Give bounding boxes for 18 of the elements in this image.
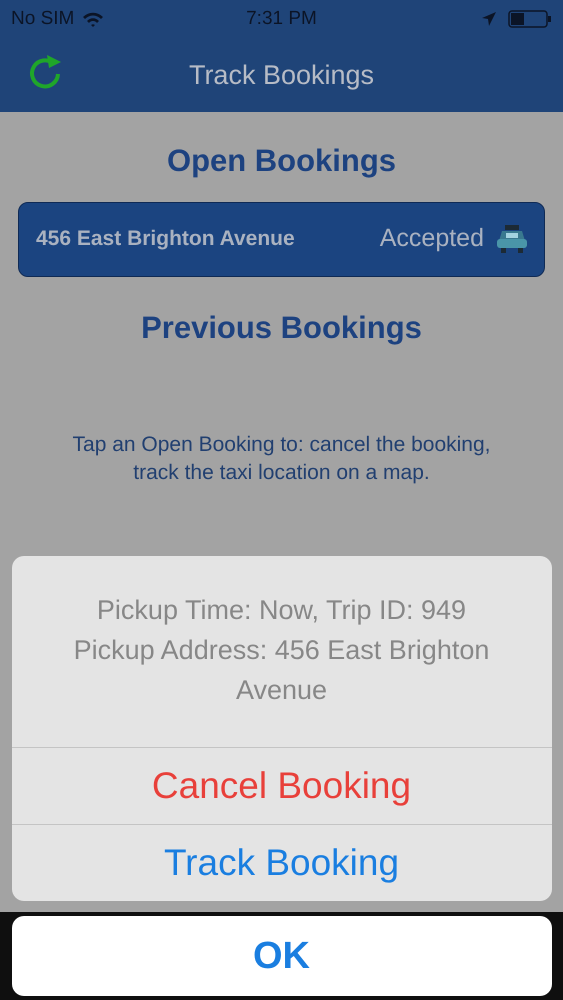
- wifi-icon: [82, 11, 104, 27]
- section-heading: Previous Bookings: [141, 308, 422, 347]
- hint-text: Tap an Open Booking to: cancel the booking, track the taxi location on a map.: [72, 432, 492, 486]
- sheet-message: Pickup Time: Now, Trip ID: 949 Pickup Address: 456 East Brighton Avenue: [72, 594, 490, 707]
- booking-status: Accepted: [380, 223, 484, 254]
- taxi-icon: [496, 224, 528, 254]
- ok-button[interactable]: OK: [12, 916, 552, 996]
- booking-address: 456 East Brighton Avenue: [36, 226, 296, 252]
- clock-label: 7:31 PM: [246, 6, 317, 31]
- section-heading: Open Bookings: [166, 142, 396, 180]
- screen-title: Track Bookings: [188, 58, 374, 92]
- location-arrow-icon: [482, 12, 496, 26]
- cancel-booking-button[interactable]: Cancel Booking: [12, 747, 552, 824]
- carrier-label: No SIM: [11, 6, 74, 31]
- track-booking-button[interactable]: Track Booking: [12, 824, 552, 901]
- battery-icon: [508, 10, 552, 28]
- refresh-icon[interactable]: [27, 52, 63, 90]
- booking-row[interactable]: 456 East Brighton Avenue Accepted: [18, 202, 545, 276]
